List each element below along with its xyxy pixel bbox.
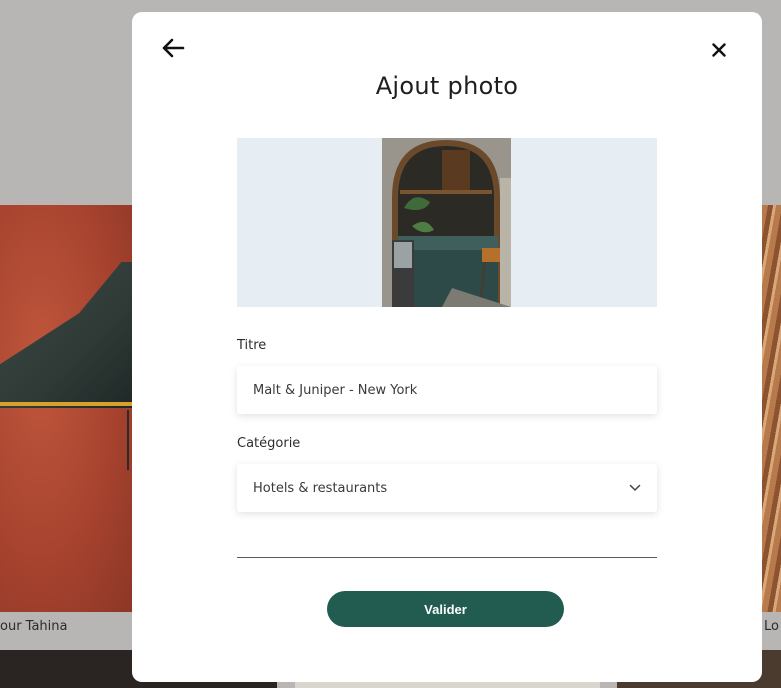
arrow-left-icon: [162, 38, 185, 58]
gallery-image-left[interactable]: [0, 205, 135, 612]
title-label: Titre: [237, 338, 267, 353]
back-button[interactable]: [159, 34, 187, 62]
close-button[interactable]: [705, 36, 733, 64]
chevron-down-icon: [629, 484, 641, 491]
photo-preview: [237, 138, 657, 307]
lamp-cord: [127, 410, 129, 470]
category-selected-value: Hotels & restaurants: [253, 480, 388, 496]
title-input[interactable]: [253, 382, 641, 398]
close-icon: [712, 43, 726, 57]
gallery-caption-left[interactable]: our Tahina: [0, 619, 67, 634]
add-photo-modal: Ajout photo Titre Catégorie Hotels & res…: [132, 12, 762, 682]
lamp-rim: [0, 402, 132, 406]
modal-title: Ajout photo: [375, 72, 519, 100]
uploaded-photo: [382, 138, 511, 307]
gallery-image-right[interactable]: [762, 205, 781, 612]
category-label: Catégorie: [237, 436, 301, 451]
gallery-caption-right[interactable]: Lo: [764, 619, 779, 634]
validate-button[interactable]: Valider: [327, 591, 564, 627]
category-select[interactable]: Hotels & restaurants: [237, 464, 657, 512]
form-divider: [237, 557, 657, 558]
title-field[interactable]: [237, 366, 657, 414]
